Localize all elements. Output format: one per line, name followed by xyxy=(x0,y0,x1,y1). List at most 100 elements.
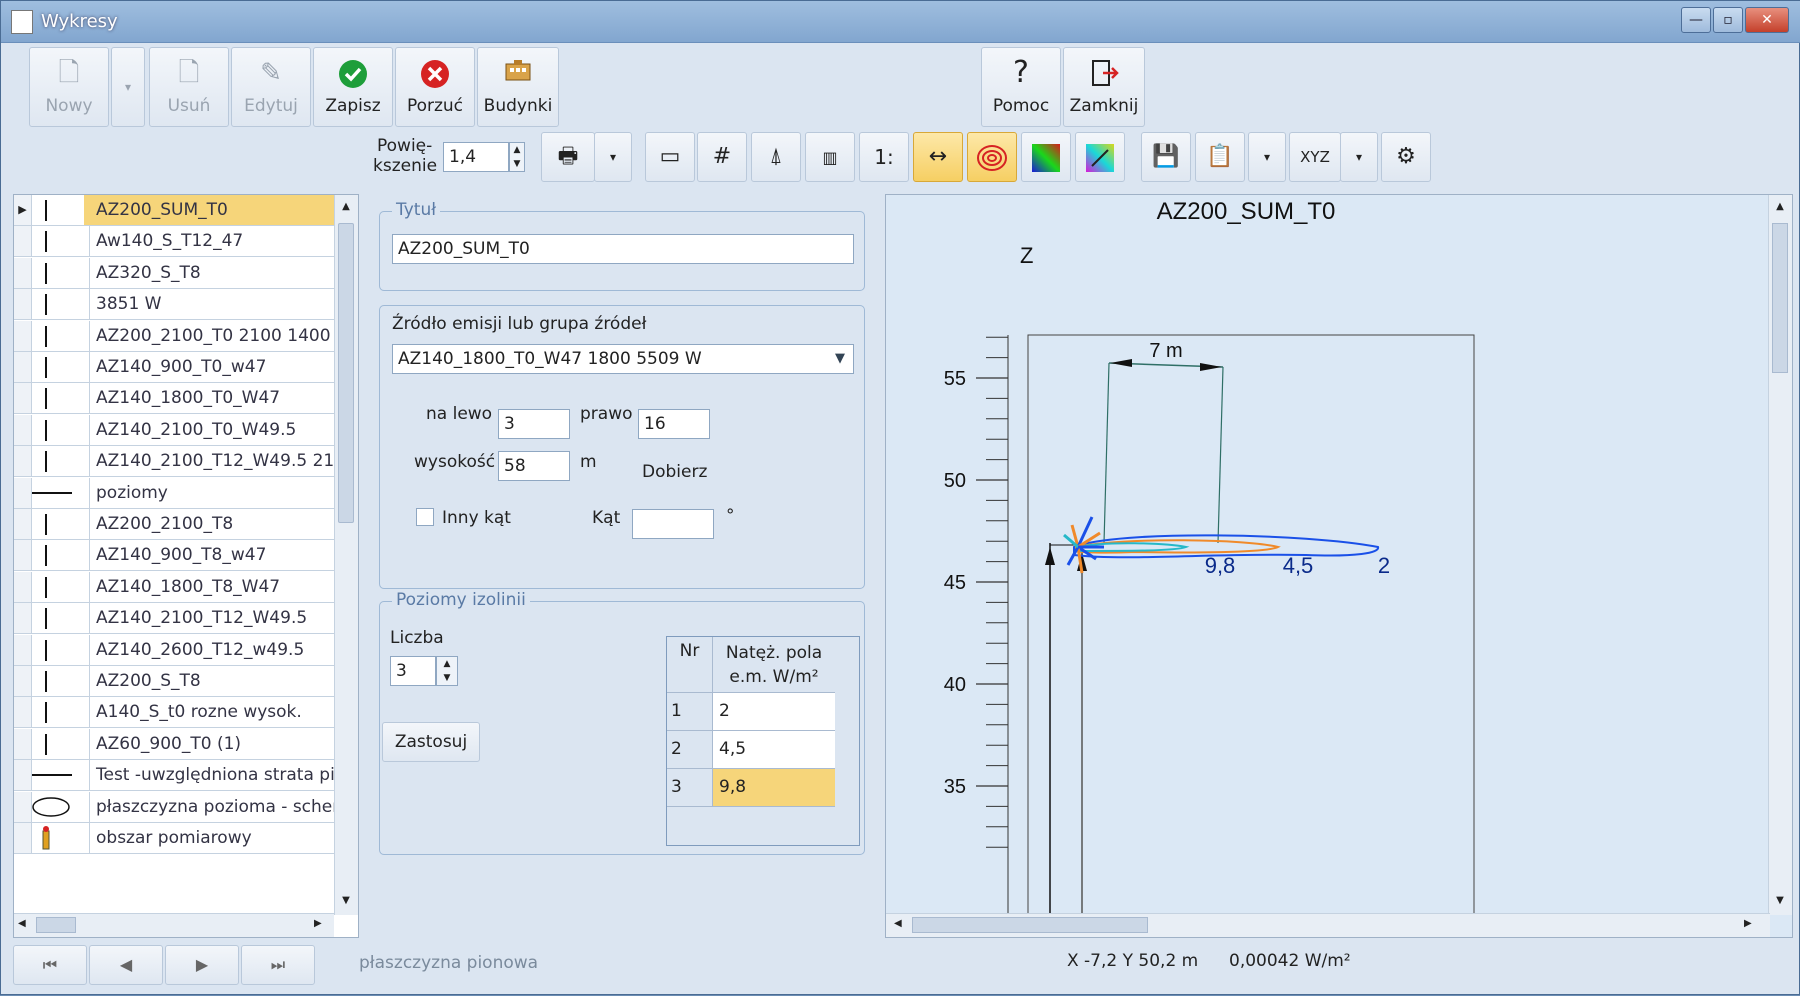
row-selector[interactable] xyxy=(14,571,32,602)
scroll-up-icon[interactable]: ▲ xyxy=(338,201,354,213)
scroll-left-icon[interactable]: ◀ xyxy=(894,918,902,929)
list-item[interactable]: AZ140_2600_T12_w49.5 xyxy=(14,634,334,666)
plot-horizontal-scrollbar[interactable]: ◀ ▶ xyxy=(886,913,1770,937)
scale-button[interactable]: 1: xyxy=(859,132,909,182)
zoom-input[interactable]: 1,4 xyxy=(443,142,509,172)
list-item[interactable]: AZ60_900_T0 (1) xyxy=(14,728,334,760)
row-selector[interactable]: ▶ xyxy=(14,195,32,225)
zoom-spinner[interactable]: ▲ ▼ xyxy=(509,142,525,172)
previous-record-button[interactable]: ◀ xyxy=(89,945,163,985)
plot-vertical-scrollbar[interactable]: ▲ ▼ xyxy=(1768,195,1792,915)
height-input[interactable]: 58 xyxy=(498,451,570,481)
new-button[interactable]: 🗋 Nowy xyxy=(29,47,109,127)
frame-button[interactable]: ▭ xyxy=(645,132,695,182)
row-selector[interactable] xyxy=(14,791,32,822)
list-item[interactable]: AZ200_S_T8 xyxy=(14,666,334,697)
table-cell-value[interactable]: 9,8 xyxy=(713,769,835,807)
row-selector[interactable] xyxy=(14,697,32,728)
list-item[interactable]: AZ200_2100_T0 2100 1400 W xyxy=(14,320,334,352)
list-scroll-thumb[interactable] xyxy=(338,223,354,523)
row-selector[interactable] xyxy=(14,320,32,351)
copy-button[interactable]: 📋 xyxy=(1195,132,1245,182)
last-record-button[interactable]: ⏭ xyxy=(241,945,315,985)
first-record-button[interactable]: ⏮ xyxy=(13,945,87,985)
settings-button[interactable]: ⚙ xyxy=(1381,132,1431,182)
xyz-button[interactable]: XYZ xyxy=(1289,132,1341,182)
xyz-dropdown-button[interactable]: ▾ xyxy=(1340,132,1378,182)
list-item[interactable]: ▶ AZ200_SUM_T0 xyxy=(14,195,334,226)
list-horizontal-scrollbar[interactable]: ◀ ▶ xyxy=(14,913,334,937)
close-window-button[interactable]: ✕ xyxy=(1745,7,1789,33)
row-selector[interactable] xyxy=(14,383,32,414)
plot-hscroll-thumb[interactable] xyxy=(912,917,1148,933)
list-item[interactable]: 3851 W xyxy=(14,289,334,321)
list-item[interactable]: Test -uwzględniona strata pio xyxy=(14,760,334,792)
maximize-button[interactable]: ▫ xyxy=(1713,7,1743,33)
buildings-view-button[interactable]: ▥ xyxy=(805,132,855,182)
save-plot-button[interactable]: 💾 xyxy=(1141,132,1191,182)
edit-button[interactable]: ✎ Edytuj xyxy=(231,47,311,127)
list-item[interactable]: AZ140_900_T8_w47 xyxy=(14,540,334,572)
scroll-up-icon[interactable]: ▲ xyxy=(1772,201,1788,212)
row-selector[interactable] xyxy=(14,509,32,539)
row-selector[interactable] xyxy=(14,257,32,288)
table-cell-value[interactable]: 4,5 xyxy=(713,731,835,769)
save-button[interactable]: Zapisz xyxy=(313,47,393,127)
row-selector[interactable] xyxy=(14,634,32,665)
discard-button[interactable]: Porzuć xyxy=(395,47,475,127)
list-item[interactable]: AZ140_1800_T0_W47 xyxy=(14,383,334,415)
plot-scroll-thumb[interactable] xyxy=(1772,223,1788,373)
scroll-right-icon[interactable]: ▶ xyxy=(1744,918,1752,929)
list-item[interactable]: Aw140_S_T12_47 xyxy=(14,226,334,258)
row-selector[interactable] xyxy=(14,477,32,508)
list-item[interactable]: A140_S_t0 rozne wysok. xyxy=(14,697,334,729)
count-input[interactable]: 3 xyxy=(390,656,436,686)
close-button[interactable]: Zamknij xyxy=(1063,47,1145,127)
source-select[interactable]: AZ140_1800_T0_W47 1800 5509 W ▼ xyxy=(392,344,854,374)
row-selector[interactable] xyxy=(14,603,32,634)
list-item[interactable]: AZ200_2100_T8 xyxy=(14,509,334,540)
row-selector[interactable] xyxy=(14,728,32,759)
color-map-edit-button[interactable] xyxy=(1075,132,1125,182)
row-selector[interactable] xyxy=(14,540,32,571)
help-button[interactable]: ? Pomoc xyxy=(981,47,1061,127)
list-vertical-scrollbar[interactable]: ▲ ▼ xyxy=(334,195,358,915)
print-dropdown-button[interactable]: ▾ xyxy=(594,132,632,182)
scroll-down-icon[interactable]: ▼ xyxy=(1772,895,1788,906)
list-item[interactable]: AZ140_900_T0_w47 xyxy=(14,352,334,383)
list-item[interactable]: AZ140_2100_T0_W49.5 xyxy=(14,414,334,446)
print-button[interactable]: 🖶 xyxy=(541,132,595,182)
count-spinner[interactable]: ▲ ▼ xyxy=(436,656,458,686)
list-item[interactable]: AZ140_2100_T12_W49.5 210 xyxy=(14,446,334,478)
left-input[interactable]: 3 xyxy=(498,409,570,439)
apply-button[interactable]: Zastosuj xyxy=(382,722,480,762)
row-selector[interactable] xyxy=(14,446,32,477)
color-map-button[interactable] xyxy=(1021,132,1071,182)
mast-button[interactable]: ⍋ xyxy=(751,132,801,182)
row-selector[interactable] xyxy=(14,352,32,382)
row-selector[interactable] xyxy=(14,414,32,445)
minimize-button[interactable]: — xyxy=(1681,7,1711,33)
list-hscroll-thumb[interactable] xyxy=(36,917,76,933)
delete-button[interactable]: 🗋 Usuń xyxy=(149,47,229,127)
row-selector[interactable] xyxy=(14,823,32,853)
list-item[interactable]: AZ140_2100_T12_W49.5 xyxy=(14,603,334,635)
list-item[interactable]: AZ140_1800_T8_W47 xyxy=(14,571,334,603)
grid-button[interactable]: # xyxy=(697,132,747,182)
list-item[interactable]: obszar pomiarowy xyxy=(14,823,334,854)
scroll-down-icon[interactable]: ▼ xyxy=(338,895,354,907)
new-dropdown-button[interactable]: ▾ xyxy=(111,47,145,127)
scroll-right-icon[interactable]: ▶ xyxy=(314,918,322,929)
row-selector[interactable] xyxy=(14,226,32,257)
scroll-left-icon[interactable]: ◀ xyxy=(18,918,26,929)
auto-fit-button[interactable]: Dobierz xyxy=(642,462,707,482)
angle-input[interactable] xyxy=(632,509,714,539)
next-record-button[interactable]: ▶ xyxy=(165,945,239,985)
row-selector[interactable] xyxy=(14,760,32,791)
list-item[interactable]: AZ320_S_T8 xyxy=(14,257,334,289)
list-item[interactable]: poziomy xyxy=(14,477,334,509)
buildings-button[interactable]: Budynki xyxy=(477,47,559,127)
other-angle-checkbox[interactable] xyxy=(416,508,434,526)
row-selector[interactable] xyxy=(14,666,32,696)
title-input[interactable]: AZ200_SUM_T0 xyxy=(392,234,854,264)
